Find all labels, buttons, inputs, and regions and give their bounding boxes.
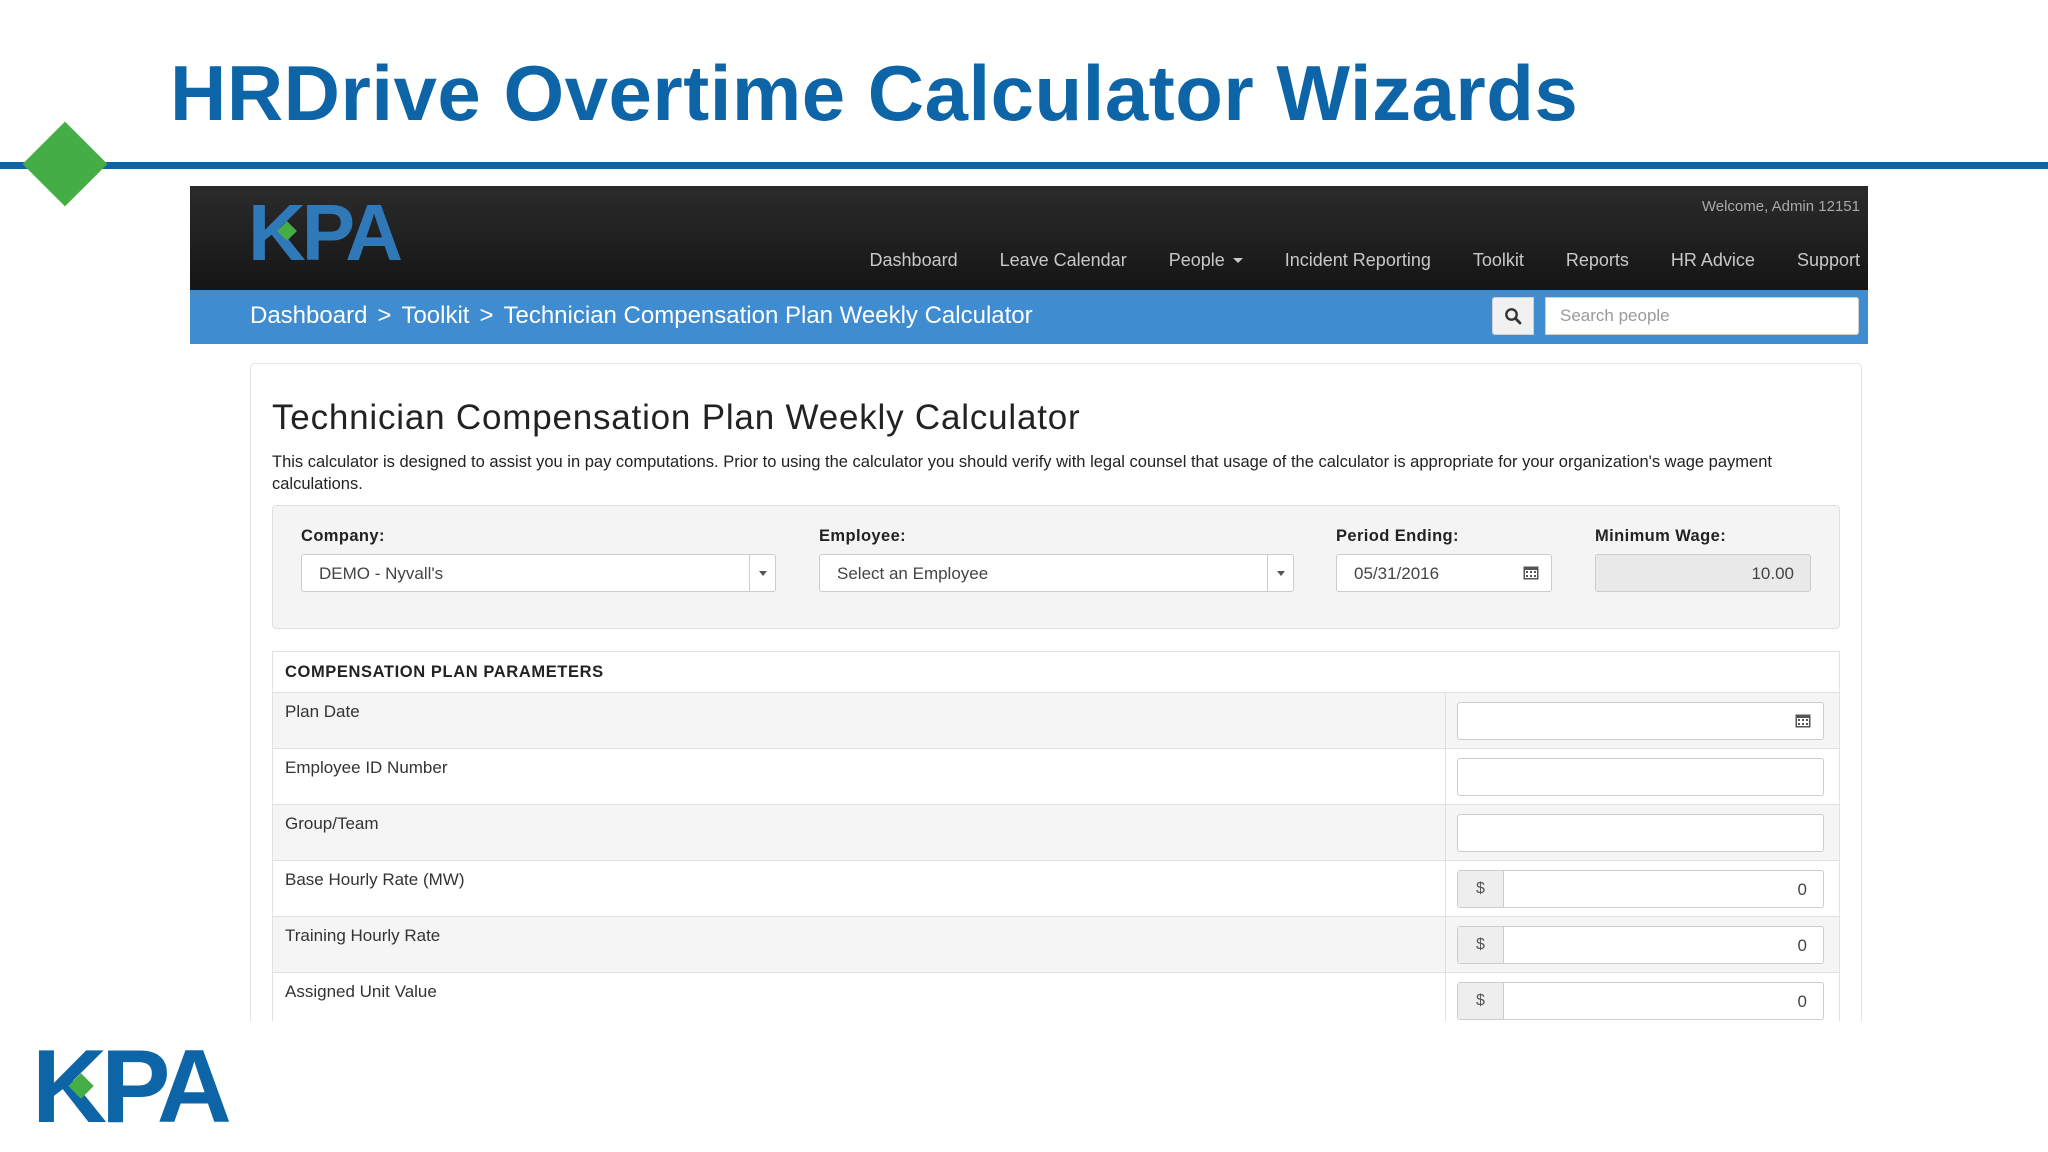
param-row-group-team: Group/Team — [273, 805, 1839, 861]
employee-select[interactable]: Select an Employee — [819, 554, 1294, 592]
breadcrumb: Dashboard > Toolkit > Technician Compens… — [250, 302, 1033, 330]
training-hourly-rate-input[interactable]: $ 0 — [1457, 926, 1824, 964]
welcome-text: Welcome, Admin 12151 — [1701, 198, 1860, 215]
param-label: Employee ID Number — [285, 758, 448, 777]
param-row-employee-id: Employee ID Number — [273, 749, 1839, 805]
chevron-down-icon — [1232, 258, 1243, 263]
breadcrumb-bar: Dashboard > Toolkit > Technician Compens… — [190, 290, 1868, 344]
minimum-wage-label: Minimum Wage: — [1595, 527, 1727, 545]
kpa-logo: KPA — [32, 1040, 236, 1132]
nav-people-label: People — [1168, 250, 1225, 270]
params-heading: COMPENSATION PLAN PARAMETERS — [273, 652, 1839, 693]
search-icon — [1505, 308, 1522, 325]
calculator-panel: Technician Compensation Plan Weekly Calc… — [250, 363, 1862, 1021]
company-select[interactable]: DEMO - Nyvall's — [301, 554, 776, 592]
param-row-assigned-unit-value: Assigned Unit Value $ 0 — [273, 973, 1839, 1021]
filter-well: Company: DEMO - Nyvall's Employee: Selec… — [272, 505, 1840, 629]
param-label: Assigned Unit Value — [285, 982, 437, 1001]
breadcrumb-toolkit[interactable]: Toolkit — [401, 302, 469, 330]
app-logo[interactable]: KPA — [248, 194, 458, 272]
nav-support[interactable]: Support — [1776, 250, 1860, 271]
top-navbar: KPA Welcome, Admin 12151 Dashboard Leave… — [190, 186, 1868, 290]
param-label: Base Hourly Rate (MW) — [285, 870, 465, 889]
param-row-training-hourly-rate: Training Hourly Rate $ 0 — [273, 917, 1839, 973]
diamond-icon — [22, 121, 108, 207]
company-value: DEMO - Nyvall's — [319, 564, 444, 583]
group-team-input[interactable] — [1457, 814, 1824, 852]
dropdown-arrow-icon — [1267, 555, 1293, 591]
page-description: This calculator is designed to assist yo… — [272, 453, 1772, 493]
param-row-plan-date: Plan Date — [273, 693, 1839, 749]
nav-dashboard[interactable]: Dashboard — [849, 250, 979, 271]
search-input[interactable] — [1545, 297, 1859, 335]
dropdown-arrow-icon — [749, 555, 775, 591]
nav-hr-advice[interactable]: HR Advice — [1650, 250, 1776, 271]
nav-people[interactable]: People — [1148, 250, 1264, 271]
slide-title: HRDrive Overtime Calculator Wizards — [170, 49, 1579, 137]
search-button[interactable] — [1492, 297, 1534, 335]
calendar-icon[interactable] — [1795, 713, 1811, 728]
assigned-unit-value-input[interactable]: $ 0 — [1457, 982, 1824, 1020]
employee-label: Employee: — [819, 527, 907, 545]
minimum-wage-field: 10.00 — [1595, 554, 1811, 592]
svg-text:KPA: KPA — [32, 1040, 230, 1132]
params-table: COMPENSATION PLAN PARAMETERS Plan Date E… — [272, 651, 1840, 1021]
param-label: Training Hourly Rate — [285, 926, 441, 945]
minimum-wage-value: 10.00 — [1751, 564, 1794, 583]
nav-incident-reporting[interactable]: Incident Reporting — [1264, 250, 1452, 271]
breadcrumb-separator: > — [479, 302, 494, 329]
company-label: Company: — [301, 527, 385, 545]
dollar-addon: $ — [1458, 871, 1504, 907]
breadcrumb-dashboard[interactable]: Dashboard — [250, 302, 367, 330]
slide-divider — [0, 162, 2048, 169]
nav-toolkit[interactable]: Toolkit — [1452, 250, 1545, 271]
employee-id-input[interactable] — [1457, 758, 1824, 796]
param-label: Plan Date — [285, 702, 360, 721]
base-hourly-rate-value: 0 — [1797, 880, 1807, 899]
svg-text:KPA: KPA — [248, 194, 401, 272]
main-nav: Dashboard Leave Calendar People Incident… — [849, 250, 1860, 271]
training-hourly-rate-value: 0 — [1797, 936, 1807, 955]
page-title: Technician Compensation Plan Weekly Calc… — [272, 398, 1081, 437]
employee-value: Select an Employee — [837, 564, 989, 583]
param-row-base-hourly-rate: Base Hourly Rate (MW) $ 0 — [273, 861, 1839, 917]
plan-date-input[interactable] — [1457, 702, 1824, 740]
dollar-addon: $ — [1458, 927, 1504, 963]
calendar-icon[interactable] — [1523, 565, 1539, 580]
nav-leave-calendar[interactable]: Leave Calendar — [979, 250, 1148, 271]
nav-reports[interactable]: Reports — [1545, 250, 1650, 271]
assigned-unit-value-value: 0 — [1797, 992, 1807, 1011]
period-ending-label: Period Ending: — [1336, 527, 1459, 545]
breadcrumb-current: Technician Compensation Plan Weekly Calc… — [503, 302, 1033, 329]
base-hourly-rate-input[interactable]: $ 0 — [1457, 870, 1824, 908]
period-ending-field[interactable]: 05/31/2016 — [1336, 554, 1552, 592]
app-screenshot: KPA Welcome, Admin 12151 Dashboard Leave… — [190, 186, 1868, 1021]
breadcrumb-separator: > — [377, 302, 392, 329]
period-ending-value: 05/31/2016 — [1354, 564, 1440, 583]
param-label: Group/Team — [285, 814, 379, 833]
dollar-addon: $ — [1458, 983, 1504, 1019]
